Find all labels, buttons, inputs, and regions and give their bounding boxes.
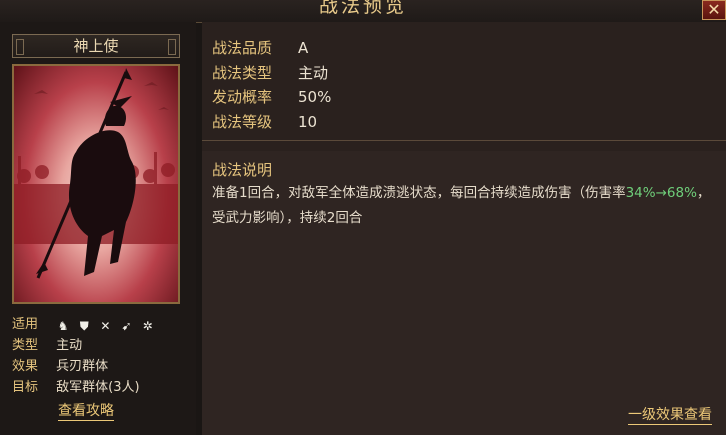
stat-value: 50% xyxy=(298,88,332,106)
cavalry-icon: ♞ xyxy=(57,319,69,333)
horseman-silhouette-image xyxy=(14,68,178,279)
stat-label: 战法类型 xyxy=(212,63,273,82)
tactic-stats: 战法品质 A 战法类型 主动 发动概率 50% 战法等级 10 xyxy=(212,36,331,134)
stat-row-quality: 战法品质 A xyxy=(212,36,331,61)
spear-icon: ➹ xyxy=(121,319,132,333)
section-divider xyxy=(202,140,726,141)
stat-value: 主动 xyxy=(298,63,329,82)
prop-label: 效果 xyxy=(12,359,39,374)
description-title: 战法说明 xyxy=(212,161,273,179)
stat-value: A xyxy=(298,39,309,57)
close-icon: ✕ xyxy=(707,0,721,19)
stat-row-probability: 发动概率 50% xyxy=(212,85,331,110)
description-text: 准备1回合，对敌军全体造成溃逃状态，每回合持续造成伤害（伤害率34%→68%，受… xyxy=(212,181,717,231)
tactic-properties: 适用 ♞ ⛊ ✕ ➹ ✲ 类型 主动 效果 兵刃群体 目标 敌军群体(3人) xyxy=(12,314,192,398)
prop-value: 敌军群体(3人) xyxy=(56,380,140,395)
siege-icon: ✲ xyxy=(142,319,153,333)
prop-label: 适用 xyxy=(12,317,39,332)
level-one-effect-link[interactable]: 一级效果查看 xyxy=(628,406,712,425)
stat-label: 战法品质 xyxy=(212,39,273,57)
tactic-name-banner: 神上使 xyxy=(12,34,180,58)
prop-row-applicable: 适用 ♞ ⛊ ✕ ➹ ✲ xyxy=(12,314,192,335)
prop-value: 主动 xyxy=(56,338,83,353)
tactic-portrait xyxy=(12,64,180,304)
prop-value: 兵刃群体 xyxy=(56,359,109,374)
tactic-card-column: 神上使 适用 ♞ ⛊ ✕ ➹ ✲ 类型 主动 效果 兵刃群体 目标 敌军群体(3… xyxy=(0,22,196,435)
damage-rate-highlight: 34%→68% xyxy=(625,185,697,201)
tactic-name: 神上使 xyxy=(73,37,119,55)
prop-row-target: 目标 敌军群体(3人) xyxy=(12,377,192,398)
prop-row-type: 类型 主动 xyxy=(12,335,192,356)
window-title: 战法预览 xyxy=(318,0,407,17)
prop-label: 目标 xyxy=(12,380,39,395)
tactic-detail-panel: 战法品质 A 战法类型 主动 发动概率 50% 战法等级 10 战法说明 准备1回合，对… xyxy=(202,22,726,435)
stat-row-type: 战法类型 主动 xyxy=(212,61,331,86)
stat-row-level: 战法等级 10 xyxy=(212,110,331,135)
view-guide-link[interactable]: 查看攻略 xyxy=(58,402,114,421)
title-bar: 战法预览 ✕ xyxy=(0,0,726,23)
description-text-part: 准备1回合，对敌军全体造成溃逃状态，每回合持续造成伤害（伤害率 xyxy=(212,185,626,201)
shield-icon: ⛊ xyxy=(79,319,89,333)
prop-label: 类型 xyxy=(12,338,39,353)
description-box: 战法说明 准备1回合，对敌军全体造成溃逃状态，每回合持续造成伤害（伤害率34%→… xyxy=(202,151,726,435)
archer-icon: ✕ xyxy=(100,319,111,333)
prop-row-effect: 效果 兵刃群体 xyxy=(12,356,192,377)
stat-value: 10 xyxy=(298,112,318,131)
close-button[interactable]: ✕ xyxy=(702,0,726,20)
stat-label: 发动概率 xyxy=(212,88,273,106)
stat-label: 战法等级 xyxy=(212,112,273,131)
